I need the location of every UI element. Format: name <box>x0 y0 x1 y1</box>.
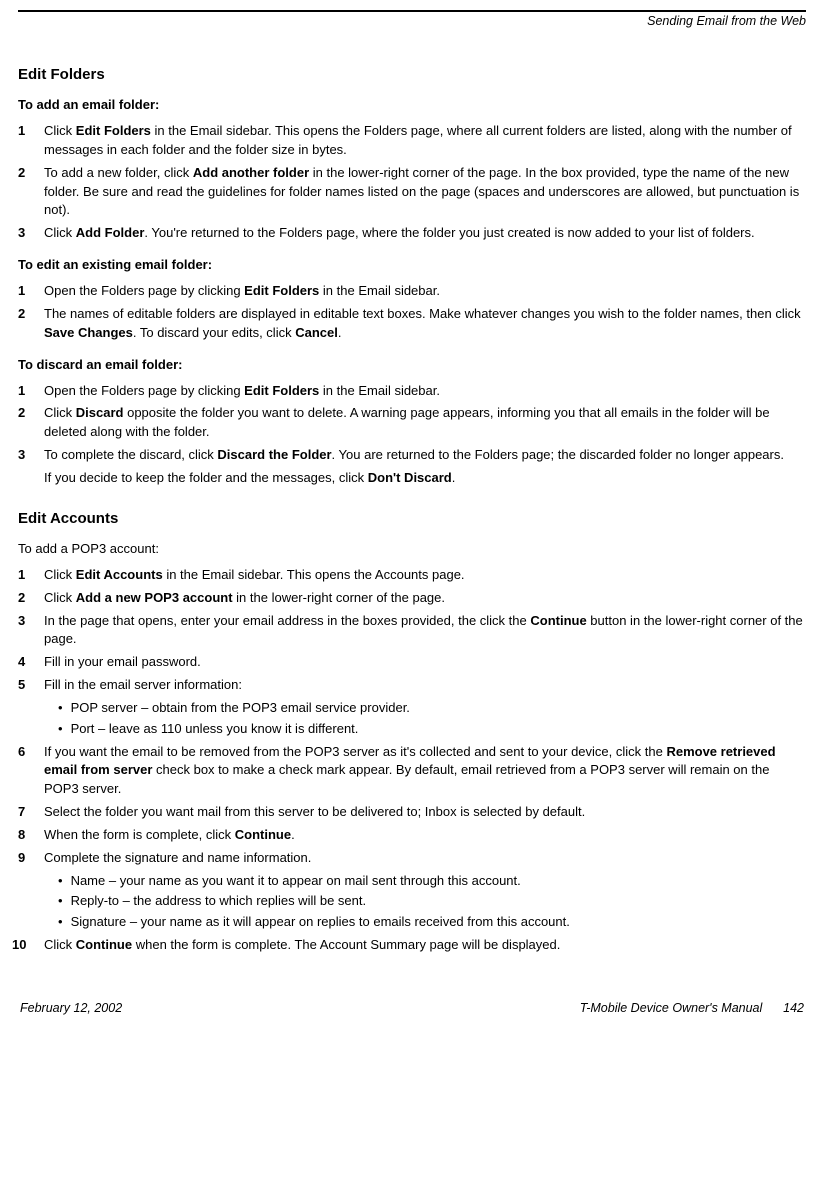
step: Click Add Folder. You're returned to the… <box>18 224 806 243</box>
step: When the form is complete, click Continu… <box>18 826 806 845</box>
subheading-edit-folder: To edit an existing email folder: <box>18 257 806 272</box>
subheading-add-folder: To add an email folder: <box>18 97 806 112</box>
steps-add-folder: Click Edit Folders in the Email sidebar.… <box>18 122 806 243</box>
step: To complete the discard, click Discard t… <box>18 446 806 488</box>
bullet-item: Signature – your name as it will appear … <box>58 913 806 932</box>
step: Complete the signature and name informat… <box>18 849 806 932</box>
step: Open the Folders page by clicking Edit F… <box>18 382 806 401</box>
bullet-item: Port – leave as 110 unless you know it i… <box>58 720 806 739</box>
step: If you want the email to be removed from… <box>18 743 806 800</box>
bullet-list: POP server – obtain from the POP3 email … <box>44 699 806 739</box>
step-followup: If you decide to keep the folder and the… <box>44 469 806 488</box>
bullet-item: POP server – obtain from the POP3 email … <box>58 699 806 718</box>
section-heading-edit-accounts: Edit Accounts <box>18 510 806 527</box>
steps-edit-folder: Open the Folders page by clicking Edit F… <box>18 282 806 343</box>
subheading-discard-folder: To discard an email folder: <box>18 357 806 372</box>
bullet-item: Reply-to – the address to which replies … <box>58 892 806 911</box>
step: Select the folder you want mail from thi… <box>18 803 806 822</box>
page: Sending Email from the Web Edit Folders … <box>0 0 824 1025</box>
footer-date: February 12, 2002 <box>20 1001 122 1015</box>
step: In the page that opens, enter your email… <box>18 612 806 650</box>
step: Click Discard opposite the folder you wa… <box>18 404 806 442</box>
steps-discard-folder: Open the Folders page by clicking Edit F… <box>18 382 806 488</box>
subheading-add-pop3: To add a POP3 account: <box>18 541 806 556</box>
steps-add-pop3: Click Edit Accounts in the Email sidebar… <box>18 566 806 955</box>
step: Fill in the email server information: PO… <box>18 676 806 739</box>
step: Open the Folders page by clicking Edit F… <box>18 282 806 301</box>
step: Click Edit Accounts in the Email sidebar… <box>18 566 806 585</box>
footer-title: T-Mobile Device Owner's Manual 142 <box>580 1001 804 1015</box>
step: The names of editable folders are displa… <box>18 305 806 343</box>
step: Click Continue when the form is complete… <box>18 936 806 955</box>
section-heading-edit-folders: Edit Folders <box>18 66 806 83</box>
bullet-item: Name – your name as you want it to appea… <box>58 872 806 891</box>
step: Click Edit Folders in the Email sidebar.… <box>18 122 806 160</box>
bullet-list: Name – your name as you want it to appea… <box>44 872 806 933</box>
page-footer: February 12, 2002 T-Mobile Device Owner'… <box>18 1001 806 1015</box>
step: To add a new folder, click Add another f… <box>18 164 806 221</box>
running-header: Sending Email from the Web <box>18 14 806 28</box>
header-rule <box>18 10 806 12</box>
step: Fill in your email password. <box>18 653 806 672</box>
step: Click Add a new POP3 account in the lowe… <box>18 589 806 608</box>
